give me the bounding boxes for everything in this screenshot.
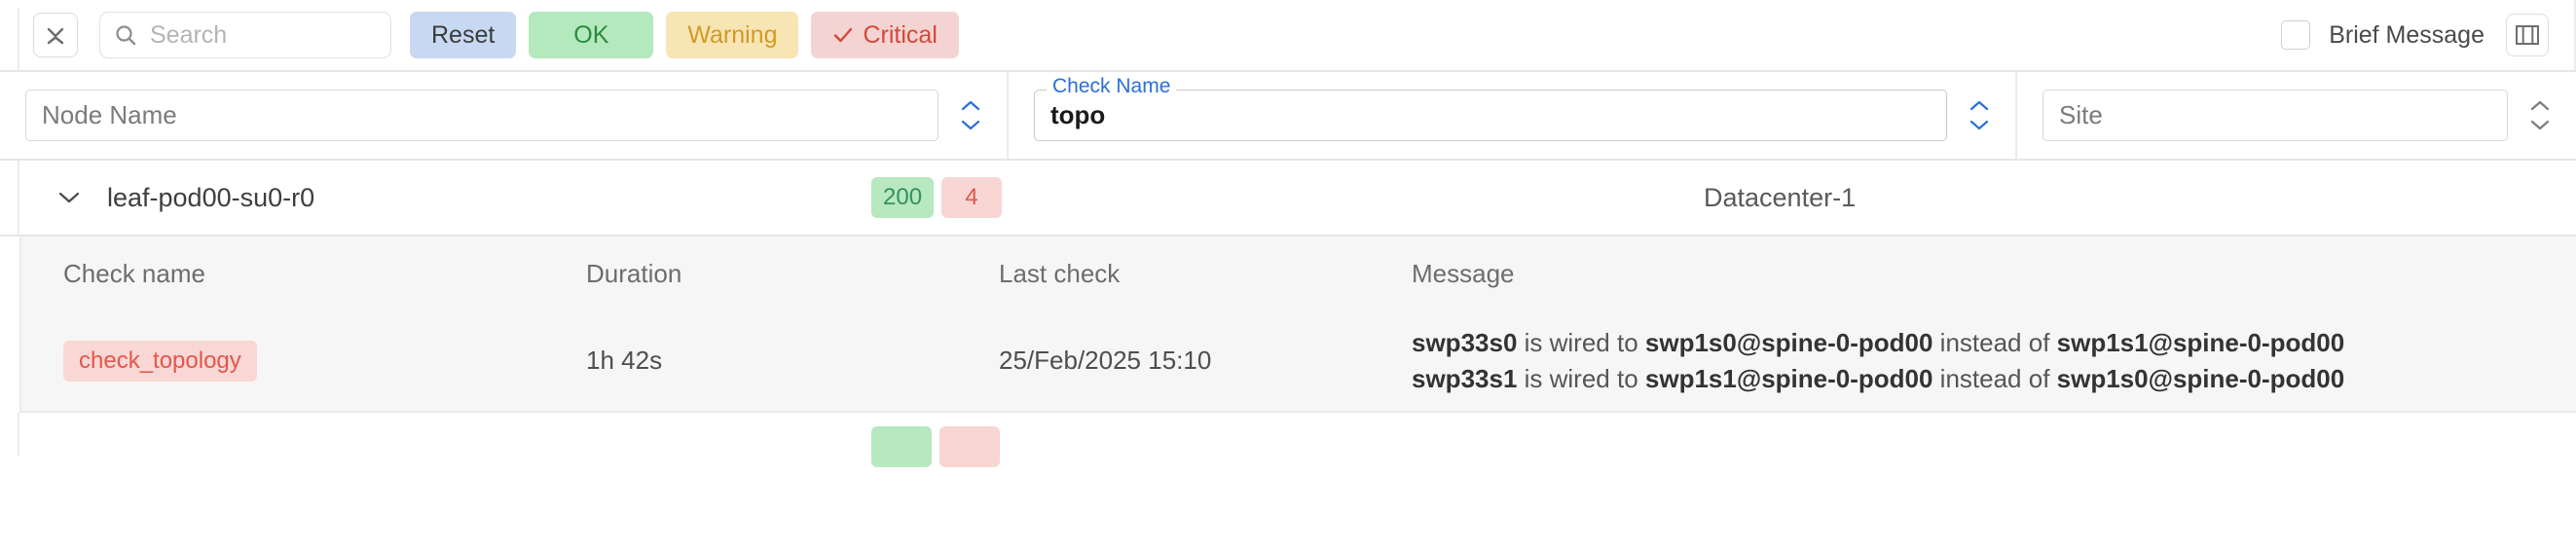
- node-site-value: Datacenter-1: [1704, 182, 1857, 212]
- filter-warning-label: Warning: [687, 20, 778, 49]
- reset-button[interactable]: Reset: [410, 12, 517, 58]
- table-row[interactable]: check_topology 1h 42s 25/Feb/2025 15:10 …: [21, 310, 2576, 413]
- site-sort-control[interactable]: [2523, 97, 2557, 133]
- next-node-row[interactable]: [0, 413, 2576, 467]
- toolbar-right-group: Brief Message: [2281, 14, 2557, 56]
- columns-layout-icon: [2516, 25, 2539, 45]
- check-name-field[interactable]: Check Name: [1034, 75, 1947, 141]
- node-name-input[interactable]: [42, 100, 922, 130]
- check-name-chip[interactable]: check_topology: [63, 340, 257, 382]
- columns-layout-button[interactable]: [2506, 14, 2549, 56]
- site-input[interactable]: [2059, 100, 2491, 130]
- check-detail-table: Check name Duration Last check Message c…: [19, 237, 2576, 413]
- chevron-down-icon: [58, 192, 80, 203]
- node-expand-toggle[interactable]: [55, 190, 84, 205]
- filter-cell-check-name: Check Name: [1009, 72, 2017, 159]
- node-status-badges: 200 4: [871, 177, 1003, 218]
- filter-ok-button[interactable]: OK: [529, 12, 654, 58]
- node-name-value: leaf-pod00-su0-r0: [107, 182, 315, 212]
- filter-cell-site: [2017, 72, 2576, 159]
- column-header-duration: Duration: [586, 258, 682, 288]
- ok-count-badge[interactable]: 200: [871, 177, 935, 218]
- search-icon: [114, 23, 137, 47]
- chevron-down-icon: [961, 120, 980, 130]
- reset-label: Reset: [431, 20, 496, 49]
- node-name-sort-control[interactable]: [954, 97, 987, 133]
- message-line: swp33s1 is wired to swp1s1@spine-0-pod00…: [1412, 363, 2345, 393]
- column-header-check-name: Check name: [63, 258, 205, 288]
- chevron-up-icon: [1969, 100, 1989, 111]
- search-input[interactable]: [150, 20, 377, 50]
- filter-cell-node-name: [0, 72, 1009, 159]
- critical-count-badge[interactable]: 4: [941, 177, 1003, 218]
- collapse-rows-icon: [47, 27, 64, 45]
- brief-message-label: Brief Message: [2329, 20, 2484, 49]
- collapse-rows-button[interactable]: [33, 13, 78, 57]
- cell-check-name: check_topology: [21, 340, 586, 382]
- table-header-row: Check name Duration Last check Message: [21, 237, 2576, 310]
- node-row[interactable]: leaf-pod00-su0-r0 200 4 Datacenter-1: [0, 161, 2576, 237]
- filter-row: Check Name: [0, 72, 2576, 161]
- chevron-down-icon: [2530, 120, 2550, 130]
- brief-message-checkbox[interactable]: [2281, 20, 2311, 50]
- next-node-status-badges: [871, 426, 1000, 467]
- check-name-label: Check Name: [1047, 75, 1177, 98]
- cell-message: swp33s0 is wired to swp1s0@spine-0-pod00…: [1412, 325, 2576, 397]
- cell-last-check: 25/Feb/2025 15:10: [999, 346, 1212, 375]
- column-header-last-check: Last check: [999, 258, 1121, 288]
- next-ok-count-badge[interactable]: [871, 426, 932, 467]
- search-box[interactable]: [99, 12, 391, 58]
- chevron-down-icon: [1969, 120, 1989, 130]
- check-name-input[interactable]: [1050, 100, 1931, 130]
- node-name-field[interactable]: [25, 90, 938, 141]
- site-field[interactable]: [2042, 90, 2508, 141]
- next-critical-count-badge[interactable]: [939, 426, 1000, 467]
- check-name-sort-control[interactable]: [1963, 97, 1996, 133]
- check-icon: [834, 27, 853, 43]
- filter-ok-label: OK: [573, 20, 609, 49]
- chevron-up-icon: [961, 100, 980, 111]
- toolbar: Reset OK Warning Critical Brief Message: [0, 0, 2576, 72]
- cell-duration: 1h 42s: [586, 346, 663, 375]
- message-line: swp33s0 is wired to swp1s0@spine-0-pod00…: [1412, 327, 2345, 357]
- column-header-message: Message: [1412, 258, 1515, 288]
- filter-critical-label: Critical: [863, 20, 938, 49]
- check-results-page: Reset OK Warning Critical Brief Message: [0, 0, 2576, 547]
- filter-critical-button[interactable]: Critical: [811, 12, 959, 58]
- chevron-up-icon: [2530, 100, 2550, 111]
- filter-warning-button[interactable]: Warning: [666, 12, 799, 58]
